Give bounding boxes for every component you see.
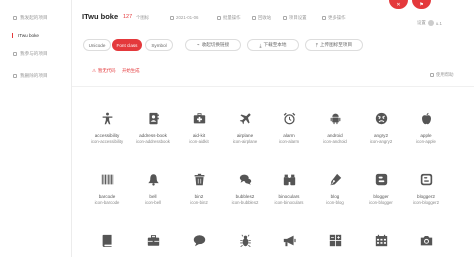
gear-icon: [283, 16, 287, 20]
divider: [72, 86, 474, 87]
tab-font-class[interactable]: Font class: [112, 39, 142, 51]
download-icon: ⤓: [259, 42, 262, 48]
project-header: ITwu boke 127 个图标 2021-01-06 批量操作 回收站 项目…: [72, 0, 474, 32]
sidebar-item-deleted-projects[interactable]: 我删除的项目: [13, 71, 48, 80]
aid-kit-icon: [192, 111, 206, 125]
book-icon: [100, 233, 114, 247]
icon-card-address-book[interactable]: address-book icon-addressbook: [130, 111, 176, 145]
address-book-icon: [146, 111, 160, 125]
icon-card-android[interactable]: android icon-android: [312, 111, 358, 145]
trash-icon: [192, 172, 206, 186]
avatar: [427, 20, 434, 26]
help-link[interactable]: 使用帮助: [430, 72, 454, 78]
icon-count-unit: 个图标: [136, 15, 150, 20]
speech-bubble-icon: [192, 233, 206, 247]
icon-card-barcode[interactable]: barcode icon-barcode: [84, 172, 130, 206]
blogger-icon: [374, 172, 388, 186]
alarm-icon: [282, 111, 296, 125]
bullhorn-icon: [282, 233, 296, 247]
icon-card-calculator[interactable]: [312, 233, 358, 255]
icon-card-bubbles2[interactable]: bubbles2 icon-bubbles2: [222, 172, 268, 206]
icon-card-apple[interactable]: apple icon-apple: [403, 111, 449, 145]
generate-link[interactable]: 开始生成: [122, 68, 140, 74]
apple-icon: [419, 111, 433, 125]
folder-icon: [13, 15, 17, 20]
icon-card-aid-kit[interactable]: aid-kit icon-aidkit: [176, 111, 222, 145]
icon-card-bell[interactable]: bell icon-bell: [130, 172, 176, 206]
icon-card-accessibility[interactable]: accessibility icon-accessibility: [84, 111, 130, 145]
android-icon: [328, 111, 342, 125]
active-indicator: [12, 33, 14, 38]
icon-card-calendar[interactable]: [358, 233, 404, 255]
project-date: 2021-01-06: [170, 15, 198, 20]
icon-card-binoculars[interactable]: binoculars icon-binoculars: [266, 172, 312, 206]
calendar-icon: [374, 233, 388, 247]
sidebar-item-label: ITwu boke: [18, 33, 39, 38]
cart-button[interactable]: ✕: [389, 0, 408, 9]
trash-icon: [252, 16, 256, 20]
sidebar-item-joined-projects[interactable]: 我参与的项目: [13, 49, 48, 58]
upload-icon: ⤒: [315, 42, 318, 48]
more-actions-button[interactable]: 更多操作: [322, 15, 346, 21]
project-title: ITwu boke: [82, 12, 119, 21]
icon-card-bubble[interactable]: [176, 233, 222, 255]
tab-unicode[interactable]: Unicode: [83, 39, 111, 51]
sidebar-item-itwu-boke[interactable]: ITwu boke: [18, 31, 39, 40]
airplane-icon: [238, 111, 252, 125]
bell-icon: [146, 172, 160, 186]
icon-card-airplane[interactable]: airplane icon-airplane: [222, 111, 268, 145]
no-code-notice: ⚠ 暂无代码: [92, 68, 116, 73]
more-icon: [322, 16, 326, 20]
icon-card-blogger2[interactable]: blogger2 icon-blogger2: [403, 172, 449, 206]
upload-icons-button[interactable]: ⤒ 上传图标至项目: [305, 39, 363, 51]
sidebar-item-label: 我发起的项目: [20, 14, 48, 20]
chat-bubbles-icon: [238, 172, 252, 186]
binoculars-icon: [282, 172, 296, 186]
list-icon: [217, 16, 221, 20]
tab-symbol[interactable]: Symbol: [145, 39, 173, 51]
calculator-icon: [328, 233, 342, 247]
accessibility-icon: [100, 111, 114, 125]
icon-card-camera[interactable]: [403, 233, 449, 255]
icon-card-book[interactable]: [84, 233, 130, 255]
sidebar-item-label: 我参与的项目: [20, 50, 48, 56]
briefcase-icon: [146, 233, 160, 247]
icon-card-blogger[interactable]: blogger icon-blogger: [358, 172, 404, 206]
close-icon: ✕: [396, 1, 401, 8]
users-icon: [13, 51, 17, 56]
icon-card-bug[interactable]: [222, 233, 268, 255]
bell-icon: ⚑: [419, 1, 424, 8]
recycle-bin-button[interactable]: 回收站: [252, 15, 271, 21]
batch-operation-button[interactable]: 批量操作: [217, 15, 241, 21]
help-icon: [430, 73, 434, 77]
user-menu[interactable]: 设置 u.1: [417, 20, 442, 26]
project-settings-button[interactable]: 项目设置: [283, 15, 307, 21]
user-menu-label: 设置: [417, 20, 426, 25]
icon-card-alarm[interactable]: alarm icon-alarm: [266, 111, 312, 145]
sidebar-item-my-projects[interactable]: 我发起的项目: [13, 13, 48, 22]
trash-icon: [13, 73, 17, 78]
icon-card-briefcase[interactable]: [130, 233, 176, 255]
toggle-link-button[interactable]: ⌁ 收起切换链接: [185, 39, 241, 51]
bug-icon: [238, 233, 252, 247]
angry-face-icon: [374, 111, 388, 125]
notification-button[interactable]: ⚑: [412, 0, 431, 9]
icon-card-blog[interactable]: blog icon-blog: [312, 172, 358, 206]
icon-card-angry2[interactable]: angry2 icon-angry2: [358, 111, 404, 145]
sidebar-item-label: 我删除的项目: [20, 72, 48, 78]
blogger-square-icon: [419, 172, 433, 186]
download-button[interactable]: ⤓ 下载至本地: [247, 39, 299, 51]
warning-icon: ⚠: [92, 68, 96, 73]
camera-icon: [419, 233, 433, 247]
clock-icon: [170, 15, 174, 20]
icon-count: 127: [123, 14, 133, 20]
sidebar: 我发起的项目 ITwu boke 我参与的项目 我删除的项目: [0, 0, 72, 257]
blog-icon: [328, 172, 342, 186]
icon-card-bin2[interactable]: bin2 icon-bin2: [176, 172, 222, 206]
icon-card-bullhorn[interactable]: [266, 233, 312, 255]
link-icon: ⌁: [196, 42, 200, 47]
barcode-icon: [100, 172, 114, 186]
user-name: u.1: [435, 20, 442, 26]
